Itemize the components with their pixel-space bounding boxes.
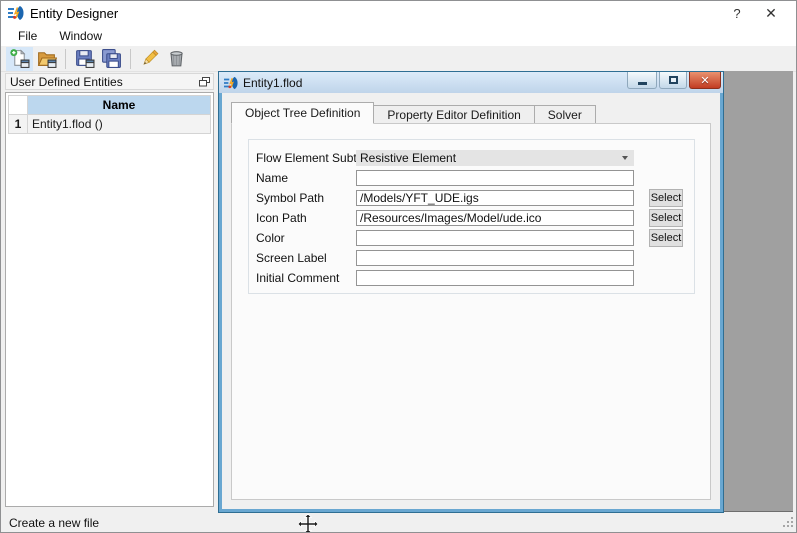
form-row-initial-comment: Initial Comment [249, 270, 694, 286]
menu-bar: File Window [1, 25, 796, 46]
color-select-button[interactable]: Select [649, 229, 683, 247]
dock-header: User Defined Entities [5, 73, 214, 90]
new-file-button[interactable] [6, 46, 33, 71]
field-label: Screen Label [256, 251, 327, 265]
table-header-row: Name [8, 95, 211, 115]
help-button[interactable]: ? [720, 2, 754, 24]
icon-path-select-button[interactable]: Select [649, 209, 683, 227]
title-bar: Entity Designer ? ✕ [1, 1, 796, 25]
close-button[interactable]: ✕ [754, 2, 788, 24]
table-corner-cell [8, 95, 28, 115]
float-window-icon [198, 76, 210, 86]
pencil-icon [143, 49, 159, 65]
main-area: User Defined Entities Name 1 Entity1.flo… [1, 71, 796, 513]
toolbar-separator [65, 48, 66, 69]
open-file-button[interactable] [33, 47, 60, 71]
column-header-name[interactable]: Name [27, 95, 211, 115]
dock-float-button[interactable] [198, 76, 210, 87]
document-title: Entity1.flod [243, 75, 303, 90]
form-row-name: Name [249, 170, 694, 186]
flow-element-subtype-dropdown[interactable]: Resistive Element [356, 150, 634, 166]
name-input[interactable] [356, 170, 634, 186]
icon-path-input[interactable] [356, 210, 634, 226]
symbol-path-select-button[interactable]: Select [649, 189, 683, 207]
form-row-symbol-path: Symbol Path Select [249, 189, 694, 207]
form-row-color: Color Select [249, 229, 694, 247]
tab-solver[interactable]: Solver [533, 105, 596, 124]
field-label: Symbol Path [256, 191, 325, 205]
menu-file[interactable]: File [9, 27, 46, 45]
status-bar: Create a new file [1, 513, 796, 532]
edit-button[interactable] [136, 47, 163, 71]
field-label: Name [256, 171, 289, 185]
trash-icon [170, 51, 183, 67]
field-label: Color [256, 231, 285, 245]
table-row[interactable]: 1 Entity1.flod () [8, 114, 211, 134]
document-body: Object Tree Definition Property Editor D… [222, 93, 720, 509]
document-title-bar: Entity1.flod ✕ [219, 72, 723, 93]
delete-button[interactable] [163, 47, 190, 71]
field-label: Initial Comment [256, 271, 340, 285]
tab-bar: Object Tree Definition Property Editor D… [231, 102, 596, 124]
dock-title: User Defined Entities [10, 74, 123, 89]
tab-object-tree-definition[interactable]: Object Tree Definition [231, 102, 375, 124]
maximize-button[interactable] [659, 72, 687, 89]
field-label: Icon Path [256, 211, 307, 225]
document-window: Entity1.flod ✕ Object Tree Definition Pr… [218, 71, 724, 513]
resize-grip[interactable] [782, 516, 795, 532]
toolbar [1, 46, 796, 72]
save-all-icon [102, 49, 121, 68]
entity-designer-window: Entity Designer ? ✕ File Window User Def… [0, 0, 797, 533]
row-number: 1 [8, 114, 28, 134]
minimize-button[interactable] [627, 72, 657, 89]
chevron-down-icon [622, 156, 628, 160]
menu-window[interactable]: Window [50, 27, 111, 45]
form-row-screen-label: Screen Label [249, 250, 694, 266]
entity-name-cell[interactable]: Entity1.flod () [27, 114, 211, 134]
tab-property-editor-definition[interactable]: Property Editor Definition [373, 105, 535, 124]
color-input[interactable] [356, 230, 634, 246]
dropdown-value: Resistive Element [360, 151, 457, 165]
move-cursor-icon [297, 513, 319, 532]
tab-page: Flow Element Subtype Resistive Element N… [231, 123, 711, 500]
entities-table: Name 1 Entity1.flod () [8, 95, 211, 134]
document-close-button[interactable]: ✕ [689, 72, 721, 89]
form-row-icon-path: Icon Path Select [249, 209, 694, 227]
app-logo-icon [8, 5, 24, 21]
status-message: Create a new file [9, 516, 100, 530]
form-row-flow-element-subtype: Flow Element Subtype Resistive Element [249, 150, 694, 166]
save-all-button[interactable] [98, 47, 125, 71]
initial-comment-input[interactable] [356, 270, 634, 286]
save-icon [76, 50, 95, 68]
document-window-controls: ✕ [627, 72, 721, 89]
symbol-path-input[interactable] [356, 190, 634, 206]
entities-panel: Name 1 Entity1.flod () [5, 92, 214, 507]
maximize-icon [668, 76, 678, 84]
document-icon [224, 76, 238, 90]
form-group: Flow Element Subtype Resistive Element N… [248, 139, 695, 294]
new-file-icon [10, 49, 30, 68]
open-folder-icon [37, 52, 57, 68]
toolbar-separator [130, 48, 131, 69]
screen-label-input[interactable] [356, 250, 634, 266]
window-title: Entity Designer [30, 5, 119, 21]
minimize-icon [637, 81, 647, 85]
save-button[interactable] [71, 47, 98, 71]
resize-grip-icon [783, 517, 793, 527]
